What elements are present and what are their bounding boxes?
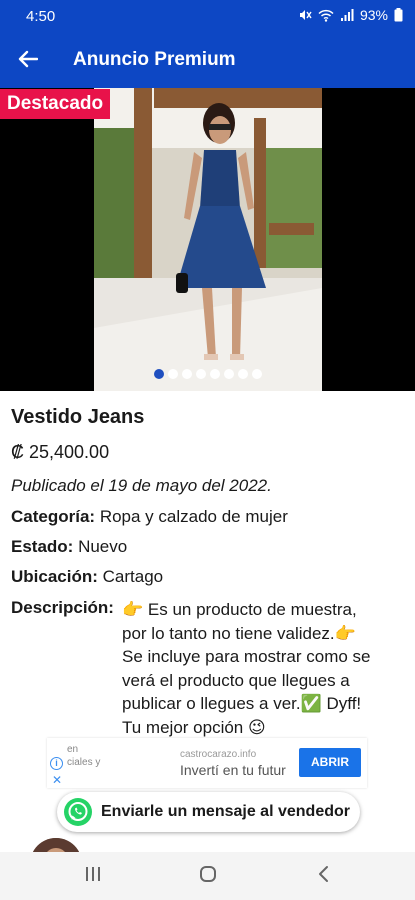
ad-close-icon[interactable]: ✕	[52, 773, 62, 787]
ad-info-icon[interactable]: i	[50, 757, 63, 770]
recent-apps-icon	[84, 866, 102, 887]
pagination-dot	[210, 369, 220, 379]
image-gallery[interactable]: Destacado	[0, 88, 415, 391]
ad-banner[interactable]: i ✕ en ciales y castrocarazo.info Invert…	[47, 738, 367, 788]
status-icons: 93%	[298, 7, 403, 23]
page-title: Anuncio Premium	[73, 49, 236, 70]
category-value: Ropa y calzado de mujer	[99, 507, 288, 526]
pagination-dot	[168, 369, 178, 379]
ad-open-button[interactable]: ABRIR	[299, 748, 361, 777]
home-icon	[199, 865, 217, 888]
system-nav-bar	[0, 852, 415, 900]
pagination-dot-active	[154, 369, 164, 379]
home-button[interactable]	[193, 864, 223, 888]
product-photo[interactable]	[94, 88, 322, 391]
pagination-dot	[238, 369, 248, 379]
status-time: 4:50	[26, 8, 56, 25]
state-value: Nuevo	[78, 537, 128, 556]
state-row: Estado: Nuevo	[11, 537, 127, 557]
description-line: publicar o llegues a ver.✅ Dyff!	[122, 694, 362, 714]
location-label: Ubicación:	[11, 567, 98, 586]
signal-icon	[340, 8, 354, 22]
whatsapp-icon	[63, 797, 93, 827]
ad-text: en	[67, 744, 79, 755]
description-line: Tu mejor opción 😉	[122, 717, 266, 737]
product-price: ₡ 25,400.00	[11, 442, 110, 462]
product-title: Vestido Jeans	[11, 406, 145, 428]
recent-apps-button[interactable]	[78, 864, 108, 888]
location-value: Cartago	[102, 567, 164, 586]
mute-icon	[298, 8, 312, 22]
battery-icon	[394, 8, 403, 22]
battery-percent: 93%	[359, 7, 388, 23]
description-line: verá el producto que llegues a	[122, 670, 350, 690]
pagination-dot	[224, 369, 234, 379]
app-bar: Anuncio Premium	[0, 34, 415, 88]
back-button[interactable]	[12, 45, 44, 77]
location-row: Ubicación: Cartago	[11, 567, 163, 587]
ad-text: ciales y	[67, 757, 101, 768]
system-back-button[interactable]	[308, 864, 338, 888]
published-date: Publicado el 19 de mayo del 2022.	[11, 476, 272, 495]
description-line: Se incluye para mostrar como se	[122, 647, 371, 667]
status-bar: 4:50 93%	[0, 0, 415, 34]
category-label: Categoría:	[11, 507, 96, 526]
wifi-icon	[318, 9, 334, 22]
description-label: Descripción:	[11, 598, 114, 617]
state-label: Estado:	[11, 537, 74, 556]
gallery-pagination	[154, 369, 262, 379]
description-line: por lo tanto no tiene validez.👉	[122, 623, 356, 643]
whatsapp-button-label: Enviarle un mensaje al vendedor	[101, 803, 350, 820]
pagination-dot	[252, 369, 262, 379]
pagination-dot	[182, 369, 192, 379]
ad-headline: Invertí en tu futur	[180, 762, 286, 778]
description-text: 👉 Es un producto de muestra, por lo tant…	[122, 598, 407, 740]
arrow-left-icon	[18, 50, 39, 73]
pagination-dot	[196, 369, 206, 379]
chevron-left-icon	[317, 865, 329, 888]
category-row: Categoría: Ropa y calzado de mujer	[11, 507, 288, 527]
ad-domain: castrocarazo.info	[180, 749, 257, 760]
description-line: 👉 Es un producto de muestra,	[122, 600, 357, 619]
featured-badge: Destacado	[0, 89, 111, 119]
whatsapp-contact-button[interactable]: Enviarle un mensaje al vendedor	[57, 792, 360, 832]
